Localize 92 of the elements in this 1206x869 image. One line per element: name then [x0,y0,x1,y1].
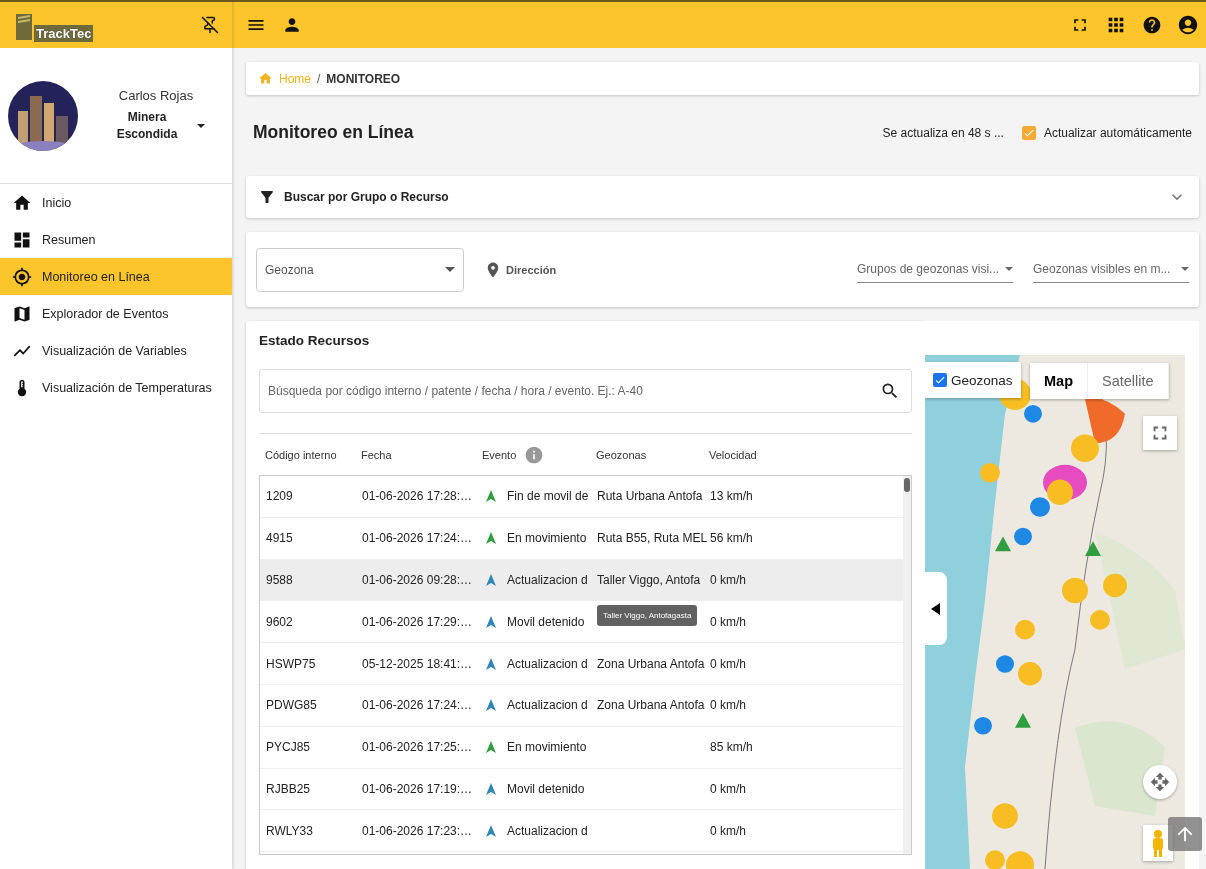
geozone-select[interactable]: Geozona [256,247,464,292]
table-cell-text: 56 km/h [710,531,754,546]
table-cell: Movil detenido [483,613,597,630]
geozones-checkbox[interactable]: Geozonas [925,362,1021,398]
table-cell-text: RWLY33 [266,823,314,838]
table-cell: Actualizacion d [483,655,597,672]
nav-item[interactable]: Explorador de Eventos [0,295,232,332]
breadcrumb-separator: / [317,71,321,86]
tooltip: Taller Viggo, Antofagasta [597,605,698,627]
column-header[interactable]: Fecha [361,448,482,461]
page-title: Monitoreo en Línea [253,122,415,143]
table-cell-text: 0 km/h [710,698,747,713]
table-cell: En movimiento [483,739,597,756]
geozone-groups-select[interactable]: Grupos de geozonas visi... [857,256,1013,283]
panel-title: Estado Recursos [259,333,371,350]
filter-accordion[interactable]: Buscar por Grupo o Recurso [246,176,1199,218]
nav-item[interactable]: Monitoreo en Línea [0,258,232,295]
caret-icon[interactable] [197,124,205,128]
address-label: Dirección [506,263,557,276]
table-cell-text: 01-06-2026 17:29:… [362,614,474,629]
fullscreen-button[interactable] [1143,416,1177,450]
table-cell-text: 13 km/h [710,489,754,504]
table-cell: Actualizacion d [483,822,597,839]
caret-icon [1005,267,1013,271]
table-cell-text: PDWG85 [266,698,318,713]
table-cell-text: 0 km/h [710,656,747,671]
table-cell-text: 0 km/h [710,573,747,587]
column-header[interactable]: Código interno [265,448,361,461]
logo-text: TrackTec [34,25,94,42]
info-icon[interactable] [524,444,545,465]
target-icon [12,266,32,287]
table-cell: Actualizacion d [483,572,597,588]
table-cell-text: 0 km/h [710,781,747,796]
search-field[interactable]: Búsqueda por código interno / patente / fecha / hora / evento. Ej.: A-40 [259,369,912,413]
nav-item[interactable]: Resumen [0,221,232,258]
map-type-tab[interactable]: Map [1030,363,1088,399]
breadcrumb-current: MONITOREO [326,71,401,86]
user-name: Carlos Rojas [118,88,194,104]
home-icon [258,71,273,86]
caret-icon [1181,267,1189,271]
table-cell-text: RJBB25 [266,781,312,796]
table-cell-text: 01-06-2026 17:19:… [362,781,474,796]
table-row[interactable]: 9588 01-06-2026 09:28:… Actualizacion d Taller Viggo, Antofa 0 km/h [260,559,903,602]
table-cell-text: HSWP75 [266,656,317,671]
table-cell-text: 9602 [266,614,294,629]
table-cell-text: 01-06-2026 17:24:… [362,531,474,546]
table-cell-text: 01-06-2026 17:25:… [362,740,474,755]
table-cell-text: 85 km/h [710,740,754,755]
table-cell-text: PYCJ85 [266,740,312,755]
table-cell-text: Ruta Urbana Antofa [597,489,704,504]
map-type-tab[interactable]: Satellite [1088,363,1169,399]
table-cell-text: 0 km/h [710,614,747,629]
nav-item[interactable]: Visualización de Variables [0,332,232,369]
nav-item[interactable]: Visualización de Temperaturas [0,369,232,406]
table-cell-text: 4915 [266,531,294,546]
table-cell-text: 01-06-2026 09:28:… [362,573,474,587]
table-cell-text: Taller Viggo, Antofa [597,573,702,587]
logo-icon [14,12,34,42]
refresh-countdown: Se actualiza en 48 s ... [882,125,1004,140]
scrollbar[interactable] [903,476,911,854]
scroll-top-button[interactable] [1168,817,1202,851]
column-header[interactable]: Geozonas [596,448,709,461]
table-cell: Actualizacion d [483,697,597,714]
table-cell-text: 01-06-2026 17:23:… [362,823,474,838]
table-cell-text: 05-12-2025 18:41:… [362,656,474,671]
table-cell: En movimiento [483,530,597,547]
caret-icon [445,267,455,272]
table-cell-text: Ruta B55, Ruta MEL [597,531,709,546]
nav-item[interactable]: Inicio [0,184,232,221]
pegman-icon [1151,829,1165,857]
check-icon [934,374,946,386]
table-cell-text: 9588 [266,573,294,587]
move-icon [1150,772,1170,792]
auto-refresh-checkbox[interactable]: Actualizar automáticamente [1021,125,1192,140]
table-cell-text: 1209 [266,489,294,504]
table-cell-text: 01-06-2026 17:24:… [362,698,474,713]
collapse-button[interactable] [925,572,947,645]
column-header[interactable]: Evento [482,444,596,465]
table-cell-text: 01-06-2026 17:28:… [362,489,474,504]
visible-geozones-select[interactable]: Geozonas visibles en m... [1033,256,1189,283]
pegman-button[interactable] [1143,825,1173,861]
table-cell-text: 0 km/h [710,823,747,838]
triangle-left-icon [931,602,941,615]
company-name: Minera Escondida [115,109,179,143]
account-icon[interactable] [1176,13,1200,37]
column-header[interactable]: Velocidad [709,448,912,461]
table-cell: Fin de movil de [483,488,597,505]
table-cell-text: Zona Urbana Antofa [597,656,706,671]
search-icon[interactable] [880,381,900,401]
filter-icon [258,188,276,206]
table-cell-text: Zona Urbana Antofa [597,698,706,713]
table-cell: Movil detenido [483,780,597,797]
